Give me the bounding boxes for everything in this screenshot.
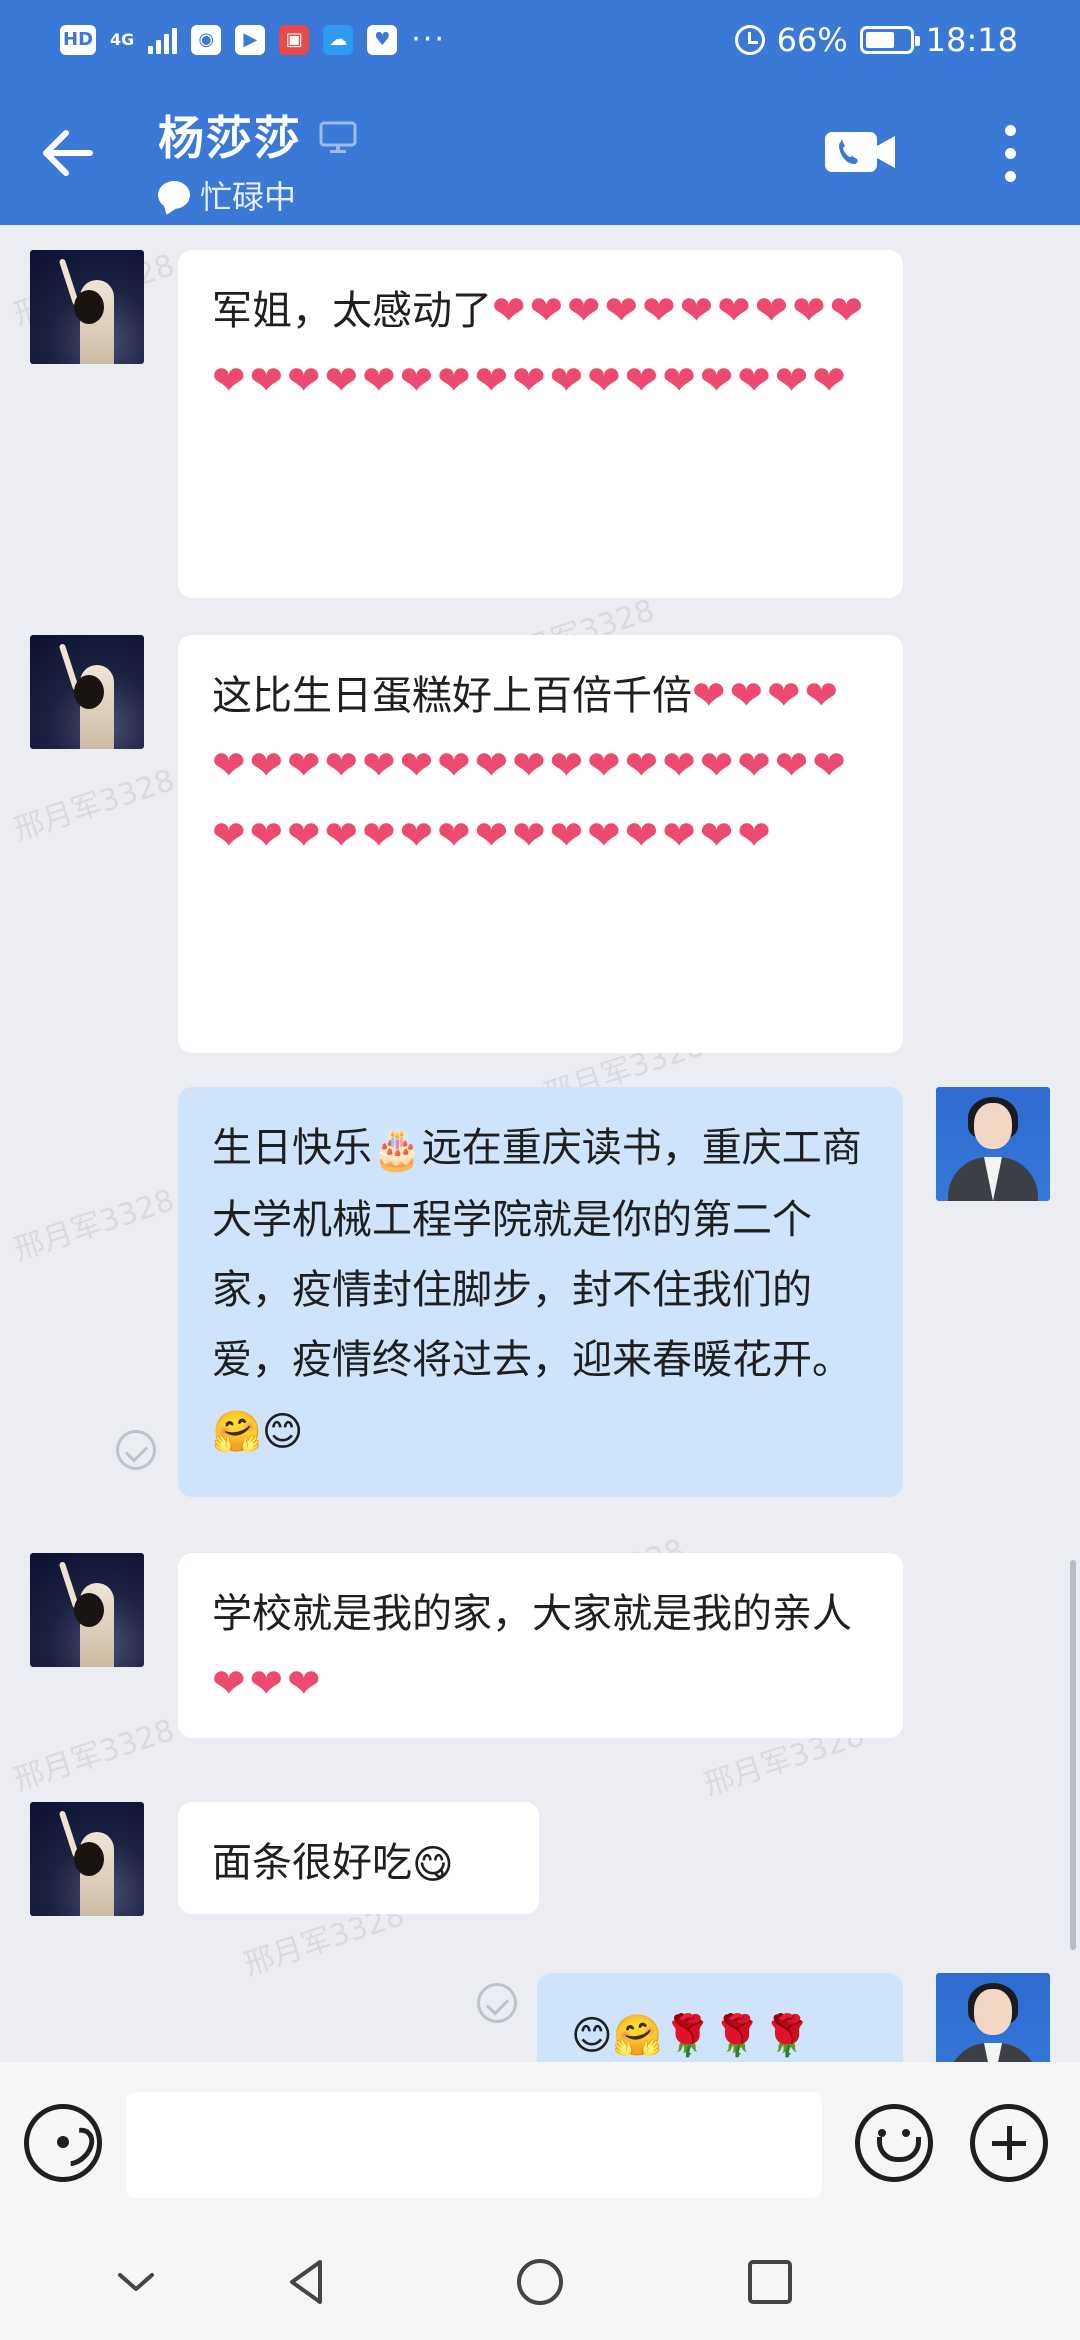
plus-icon[interactable]: [970, 2104, 1048, 2182]
message-bubble[interactable]: 军姐，太感动了❤❤❤❤❤❤❤❤❤❤❤❤❤❤❤❤❤❤❤❤❤❤❤❤❤❤❤: [178, 250, 903, 598]
cake-emoji: 🎂: [372, 1127, 422, 1173]
status-icons-right: 66% 18:18: [734, 18, 1018, 62]
read-check-icon: [477, 1983, 517, 2023]
nav-home-icon[interactable]: [512, 2254, 568, 2310]
hearts-emoji: ❤❤❤: [212, 1661, 325, 1707]
contact-avatar[interactable]: [30, 1553, 144, 1667]
message-list[interactable]: 邢月军3328 邢月军3328 邢月军3328 邢月军3328 邢月军3328 …: [0, 225, 1080, 2062]
watermark: 邢月军3328: [9, 1712, 179, 1798]
nav-recent-icon[interactable]: [742, 2254, 798, 2310]
read-check-icon: [116, 1430, 156, 1470]
health-icon: ♥: [367, 25, 398, 55]
more-icon[interactable]: [990, 120, 1030, 186]
clock: 18:18: [925, 21, 1018, 59]
nav-back-icon[interactable]: [280, 2254, 336, 2310]
message-text: 面条很好吃: [212, 1840, 412, 1886]
watermark: 邢月军3328: [9, 1182, 179, 1268]
hug-smile-emoji: 🤗😊: [212, 1409, 304, 1455]
yum-emoji: 😋: [412, 1842, 454, 1888]
emoji-row: 😊🤗🌹🌹🌹: [571, 2013, 812, 2059]
battery-level: [865, 32, 894, 48]
signal-icon: [148, 26, 178, 54]
navigation-bar: [0, 2224, 1080, 2340]
contact-status: 忙碌中: [158, 172, 296, 218]
chat-header: 杨莎莎 忙碌中: [0, 80, 1080, 225]
chevron-down-icon[interactable]: [108, 2254, 164, 2310]
computer-icon: [319, 121, 357, 153]
watermark: 邢月军3328: [9, 762, 179, 848]
message-bubble[interactable]: 😊🤗🌹🌹🌹: [537, 1973, 903, 2062]
emoji-icon[interactable]: [855, 2104, 933, 2182]
contact-name[interactable]: 杨莎莎: [158, 102, 302, 168]
status-text: 忙碌中: [200, 178, 297, 216]
contact-avatar[interactable]: [30, 635, 144, 749]
more-notifications-icon: ···: [411, 22, 446, 57]
message-text: 军姐，太感动了: [212, 288, 492, 334]
book-icon: ▣: [279, 25, 310, 55]
speech-bubble-icon: [158, 181, 190, 209]
alarm-icon: [734, 25, 765, 55]
back-arrow-icon[interactable]: [30, 118, 100, 188]
voice-icon[interactable]: [24, 2104, 102, 2182]
input-bar: [0, 2062, 1080, 2224]
app-icon: ▶: [235, 25, 266, 55]
status-icons-left: HD 4G ◉ ▶ ▣ ☁ ♥ ···: [60, 18, 446, 62]
message-text: 这比生日蛋糕好上百倍千倍: [212, 673, 692, 719]
message-input[interactable]: [126, 2092, 822, 2198]
message-bubble[interactable]: 生日快乐🎂远在重庆读书，重庆工商大学机械工程学院就是你的第二个家，疫情封住脚步，…: [178, 1087, 903, 1497]
battery-icon: [859, 26, 920, 54]
status-bar: HD 4G ◉ ▶ ▣ ☁ ♥ ··· 66% 18:18: [0, 0, 1080, 80]
scrollbar[interactable]: [1070, 1560, 1076, 1950]
message-bubble[interactable]: 学校就是我的家，大家就是我的亲人 ❤❤❤: [178, 1553, 903, 1738]
my-avatar[interactable]: [936, 1973, 1050, 2062]
message-text: 生日快乐: [212, 1125, 372, 1171]
message-text: 学校就是我的家，大家就是我的亲人: [212, 1591, 852, 1637]
battery-percent: 66%: [776, 21, 848, 59]
weather-icon: ☁: [323, 25, 354, 55]
video-call-icon[interactable]: [823, 130, 899, 174]
message-bubble[interactable]: 这比生日蛋糕好上百倍千倍❤❤❤❤❤❤❤❤❤❤❤❤❤❤❤❤❤❤❤❤❤❤❤❤❤❤❤❤…: [178, 635, 903, 1053]
hd-icon: HD: [60, 25, 97, 55]
my-avatar[interactable]: [936, 1087, 1050, 1201]
message-bubble[interactable]: 面条很好吃😋: [178, 1802, 539, 1914]
network-type: 4G: [110, 30, 135, 49]
contact-avatar[interactable]: [30, 250, 144, 364]
wechat-icon: ◉: [191, 25, 222, 55]
contact-avatar[interactable]: [30, 1802, 144, 1916]
